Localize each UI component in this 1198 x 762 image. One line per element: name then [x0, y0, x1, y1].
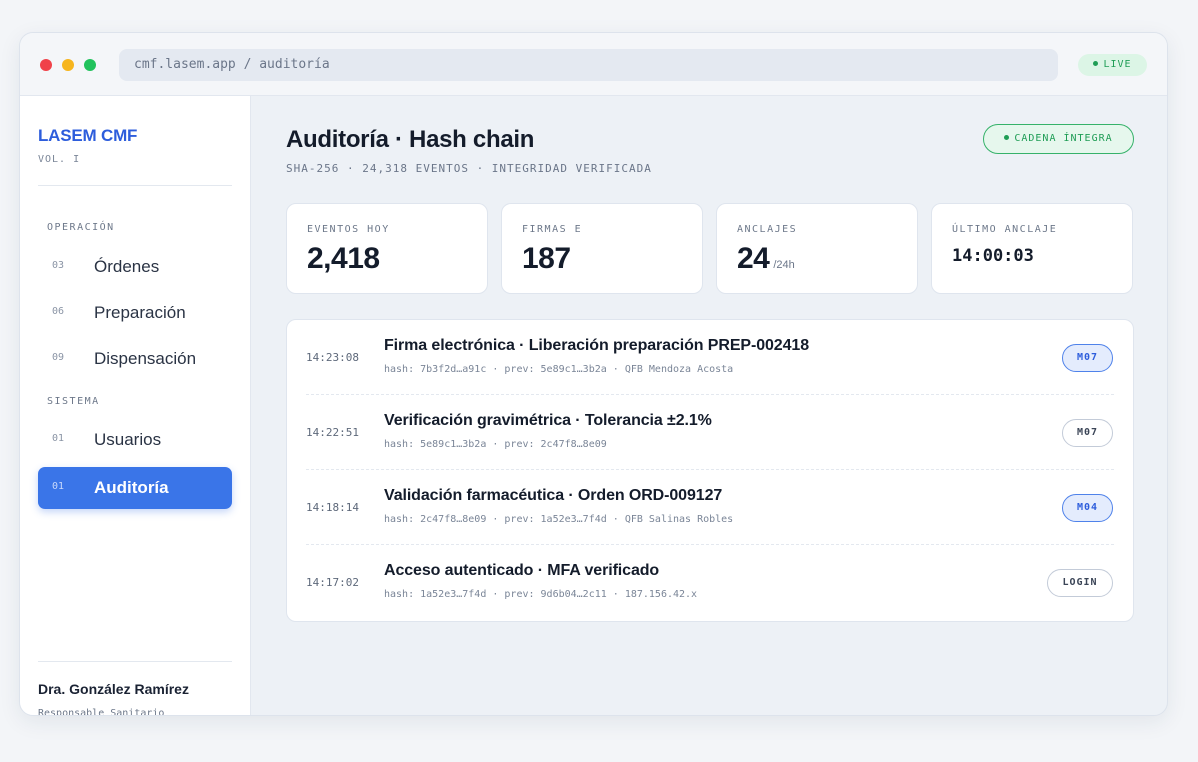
sidebar-item-count: 06: [52, 306, 65, 317]
event-time: 14:22:51: [306, 426, 359, 439]
stat-value: 14:00:03: [952, 246, 1034, 266]
stat-card-firmas: FIRMAS E 187: [501, 203, 703, 294]
event-time: 14:17:02: [306, 576, 359, 589]
user-name[interactable]: Dra. González Ramírez: [38, 681, 189, 697]
sidebar-divider: [38, 185, 232, 186]
sidebar-item-ordenes[interactable]: 03 Órdenes: [38, 246, 232, 288]
event-module-tag[interactable]: LOGIN: [1047, 569, 1113, 597]
volume-label: VOL. I: [38, 154, 81, 165]
event-module-tag[interactable]: M07: [1062, 344, 1113, 372]
event-title: Verificación gravimétrica · Tolerancia ±…: [384, 412, 712, 429]
integrity-badge: CADENA ÍNTEGRA: [983, 124, 1134, 154]
minimize-window-button[interactable]: [62, 59, 74, 71]
sidebar-item-auditoria[interactable]: 01 Auditoría: [38, 467, 232, 509]
app-window: cmf.lasem.app / auditoría LIVE LASEM CMF…: [19, 32, 1168, 716]
stat-card-eventos-hoy: EVENTOS HOY 2,418: [286, 203, 488, 294]
event-hash: hash: 5e89c1…3b2a · prev: 2c47f8…8e09: [384, 439, 607, 450]
close-window-button[interactable]: [40, 59, 52, 71]
event-module-tag[interactable]: M07: [1062, 419, 1113, 447]
stat-card-anclajes: ANCLAJES 24/24h: [716, 203, 918, 294]
sidebar-item-usuarios[interactable]: 01 Usuarios: [38, 419, 232, 461]
stat-label: EVENTOS HOY: [307, 224, 390, 235]
event-row[interactable]: 14:23:08 Firma electrónica · Liberación …: [287, 320, 1133, 395]
stat-value: 24: [737, 242, 770, 275]
live-label: LIVE: [1103, 59, 1132, 70]
stat-value-container: 14:00:03: [952, 246, 1034, 266]
sidebar-item-label: Preparación: [94, 303, 186, 322]
stat-value-container: 2,418: [307, 242, 380, 276]
user-role: Responsable Sanitario: [38, 708, 165, 716]
sidebar-item-count: 09: [52, 352, 65, 363]
sidebar-item-count: 03: [52, 260, 65, 271]
sidebar-item-count: 01: [52, 481, 65, 492]
live-indicator: LIVE: [1078, 54, 1147, 76]
stat-label: ÚLTIMO ANCLAJE: [952, 224, 1058, 235]
section-label-operacion: OPERACIÓN: [47, 222, 115, 233]
event-log: 14:23:08 Firma electrónica · Liberación …: [286, 319, 1134, 622]
integrity-badge-label: CADENA ÍNTEGRA: [1014, 133, 1113, 144]
event-time: 14:18:14: [306, 501, 359, 514]
status-dot-icon: [1004, 134, 1010, 140]
stat-card-ultimo-anclaje: ÚLTIMO ANCLAJE 14:00:03: [931, 203, 1133, 294]
sidebar-item-preparacion[interactable]: 06 Preparación: [38, 292, 232, 334]
main-content: Auditoría · Hash chain SHA-256 · 24,318 …: [252, 96, 1167, 715]
page-subtitle: SHA-256 · 24,318 EVENTOS · INTEGRIDAD VE…: [286, 162, 652, 175]
page-title: Auditoría · Hash chain: [286, 126, 535, 153]
stat-value: 2,418: [307, 242, 380, 275]
stat-label: FIRMAS E: [522, 224, 583, 235]
event-module-tag[interactable]: M04: [1062, 494, 1113, 522]
event-hash: hash: 1a52e3…7f4d · prev: 9d6b04…2c11 · …: [384, 589, 698, 600]
event-row[interactable]: 14:22:51 Verificación gravimétrica · Tol…: [287, 395, 1133, 470]
brand-logo[interactable]: LASEM CMF: [38, 126, 137, 146]
event-hash: hash: 7b3f2d…a91c · prev: 5e89c1…3b2a · …: [384, 364, 734, 375]
live-dot-icon: [1093, 60, 1099, 66]
event-row[interactable]: 14:18:14 Validación farmacéutica · Orden…: [287, 470, 1133, 545]
event-title: Acceso autenticado · MFA verificado: [384, 562, 660, 579]
event-title: Validación farmacéutica · Orden ORD-0091…: [384, 487, 723, 504]
event-hash: hash: 2c47f8…8e09 · prev: 1a52e3…7f4d · …: [384, 514, 734, 525]
stat-value-container: 24/24h: [737, 242, 795, 276]
sidebar-item-label: Usuarios: [94, 430, 162, 449]
stat-value-container: 187: [522, 242, 571, 276]
stat-unit: /24h: [773, 259, 795, 271]
stat-label: ANCLAJES: [737, 224, 798, 235]
address-bar[interactable]: cmf.lasem.app / auditoría: [119, 49, 1058, 81]
sidebar-divider: [38, 661, 232, 662]
sidebar-item-dispensacion[interactable]: 09 Dispensación: [38, 338, 232, 380]
sidebar-item-label: Órdenes: [94, 257, 160, 276]
section-label-sistema: SISTEMA: [47, 396, 100, 407]
sidebar-item-label: Auditoría: [94, 478, 169, 497]
sidebar-item-label: Dispensación: [94, 349, 197, 368]
event-title: Firma electrónica · Liberación preparaci…: [384, 337, 809, 354]
event-row[interactable]: 14:17:02 Acceso autenticado · MFA verifi…: [287, 545, 1133, 620]
event-time: 14:23:08: [306, 351, 359, 364]
maximize-window-button[interactable]: [84, 59, 96, 71]
stat-value: 187: [522, 242, 571, 275]
title-bar: cmf.lasem.app / auditoría LIVE: [20, 33, 1167, 96]
sidebar: LASEM CMF VOL. I OPERACIÓN 03 Órdenes 06…: [20, 96, 251, 716]
sidebar-item-count: 01: [52, 433, 65, 444]
